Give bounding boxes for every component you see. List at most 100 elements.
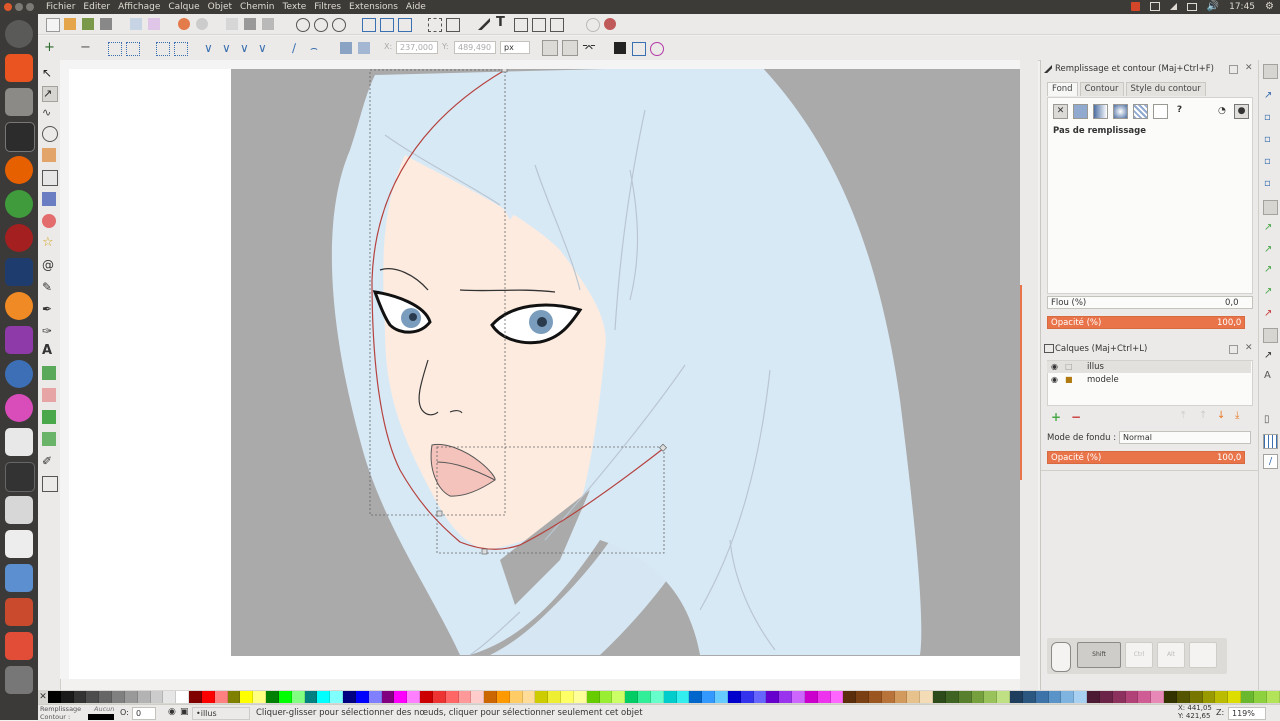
tab-fond[interactable]: Fond xyxy=(1047,82,1078,96)
color-swatch[interactable] xyxy=(227,691,241,703)
tab-style-contour[interactable]: Style du contour xyxy=(1125,82,1206,96)
measure-tool-icon[interactable] xyxy=(42,148,56,162)
layer-down-icon[interactable]: ↓ xyxy=(1217,410,1225,421)
color-swatch[interactable] xyxy=(1228,691,1242,703)
preferences-icon[interactable] xyxy=(586,18,600,32)
dropper-tool-icon[interactable]: ✐ xyxy=(42,454,56,468)
ellipse-tool-icon[interactable] xyxy=(42,214,56,228)
color-swatch[interactable] xyxy=(625,691,639,703)
color-swatch[interactable] xyxy=(176,691,190,703)
keyboard-icon[interactable] xyxy=(1149,2,1160,11)
color-swatch[interactable] xyxy=(1176,691,1190,703)
swatch-icon[interactable] xyxy=(1153,104,1168,119)
color-swatch[interactable] xyxy=(522,691,536,703)
align-distribute-icon[interactable] xyxy=(532,18,546,32)
edit-clip-icon[interactable] xyxy=(632,42,646,56)
color-swatch[interactable] xyxy=(1241,691,1254,703)
menu-fichier[interactable]: Fichier xyxy=(42,1,79,13)
snap-bbox-midpoint-icon[interactable]: ▫ xyxy=(1264,156,1271,167)
color-swatch[interactable] xyxy=(278,691,292,703)
stroke-to-path-icon[interactable] xyxy=(358,42,370,54)
volume-icon[interactable]: 🔊 xyxy=(1207,1,1219,12)
connector-tool-icon[interactable] xyxy=(42,476,58,492)
zoom-selection-icon[interactable] xyxy=(296,18,310,32)
color-swatch[interactable] xyxy=(304,691,318,703)
undo-icon[interactable] xyxy=(178,18,190,30)
app-orange-icon[interactable] xyxy=(5,632,33,660)
maximize-window-button[interactable] xyxy=(26,3,34,11)
color-swatch[interactable] xyxy=(548,691,562,703)
layer-row[interactable]: ◉ □ illus xyxy=(1047,361,1251,373)
color-swatch[interactable] xyxy=(1074,691,1088,703)
snap-smooth-icon[interactable]: ↗ xyxy=(1264,286,1272,297)
color-swatch[interactable] xyxy=(1164,691,1177,703)
snap-enable-icon[interactable] xyxy=(1263,64,1278,79)
color-swatch[interactable] xyxy=(381,691,395,703)
no-color-swatch-icon[interactable]: ✕ xyxy=(38,691,48,703)
menu-texte[interactable]: Texte xyxy=(279,1,311,13)
app-purple-icon[interactable] xyxy=(5,326,33,354)
import-icon[interactable] xyxy=(130,18,142,30)
document-icon[interactable] xyxy=(5,564,33,592)
mail-icon[interactable] xyxy=(1186,2,1197,11)
text-font-icon[interactable]: T xyxy=(496,16,508,30)
color-swatch[interactable] xyxy=(894,691,908,703)
join-segment-icon[interactable] xyxy=(156,42,170,56)
snap-bbox-icon[interactable]: ↗ xyxy=(1264,90,1272,101)
zoom-page-icon[interactable] xyxy=(332,18,346,32)
transform-icon[interactable] xyxy=(550,18,564,32)
path-node[interactable] xyxy=(436,510,443,517)
color-swatch[interactable] xyxy=(48,691,61,703)
layer-visibility-icon[interactable]: ◉ xyxy=(168,707,176,717)
color-swatch[interactable] xyxy=(420,691,433,703)
blender-icon[interactable] xyxy=(5,292,33,320)
color-swatch[interactable] xyxy=(997,691,1011,703)
color-swatch[interactable] xyxy=(727,691,741,703)
fill-stroke-icon[interactable] xyxy=(478,18,490,30)
color-swatch[interactable] xyxy=(60,691,74,703)
show-bezier-handles-icon[interactable] xyxy=(562,40,578,56)
color-swatch[interactable] xyxy=(612,691,626,703)
fill-rule-evenodd-icon[interactable]: ◔ xyxy=(1218,106,1226,116)
color-swatch[interactable] xyxy=(715,691,728,703)
zoom-tool-icon[interactable] xyxy=(42,126,58,142)
flat-color-icon[interactable] xyxy=(1073,104,1088,119)
auto-smooth-node-icon[interactable]: ∨ xyxy=(258,42,270,54)
cut-icon[interactable] xyxy=(244,18,256,30)
y-coordinate-field[interactable]: 489,490 xyxy=(454,41,496,54)
trash-icon[interactable] xyxy=(5,666,33,694)
app-blue-icon[interactable] xyxy=(5,360,33,388)
zoom-drawing-icon[interactable] xyxy=(314,18,328,32)
eye-icon[interactable]: ◉ xyxy=(1051,374,1058,386)
color-swatch[interactable] xyxy=(1022,691,1036,703)
color-swatch[interactable] xyxy=(945,691,959,703)
camera-icon[interactable] xyxy=(5,496,33,524)
spray-tool-icon[interactable] xyxy=(42,366,56,380)
color-swatch[interactable] xyxy=(266,691,279,703)
cusp-node-icon[interactable]: ∨ xyxy=(204,42,216,54)
color-swatch[interactable] xyxy=(830,691,844,703)
snap-center-icon[interactable]: ▫ xyxy=(1264,178,1271,189)
layer-up-icon[interactable]: ↑ xyxy=(1199,410,1207,421)
snap-midpoint-icon[interactable]: ↗ xyxy=(1264,308,1272,319)
path-node[interactable] xyxy=(481,548,488,555)
color-swatch[interactable] xyxy=(792,691,805,703)
color-palette[interactable]: ✕ xyxy=(38,690,1280,704)
snap-intersection-icon[interactable]: ↗ xyxy=(1264,244,1272,255)
color-swatch[interactable] xyxy=(124,691,138,703)
dash-icon[interactable] xyxy=(5,20,33,48)
layers-close-icon[interactable]: ✕ xyxy=(1245,343,1253,353)
color-swatch[interactable] xyxy=(1189,691,1203,703)
archive-icon[interactable] xyxy=(5,598,33,626)
color-swatch[interactable] xyxy=(766,691,780,703)
tab-contour[interactable]: Contour xyxy=(1079,82,1124,96)
minimize-window-button[interactable] xyxy=(15,3,23,11)
snap-path-icon[interactable]: ↗ xyxy=(1264,222,1272,233)
close-window-button[interactable] xyxy=(4,3,12,11)
color-swatch[interactable] xyxy=(86,691,100,703)
to-line-icon[interactable]: ∕ xyxy=(292,42,304,54)
show-outline-icon[interactable]: ⌤ xyxy=(582,42,596,54)
current-layer-select[interactable]: •illus xyxy=(192,707,250,720)
break-path-icon[interactable] xyxy=(126,42,140,56)
color-swatch[interactable] xyxy=(1048,691,1062,703)
